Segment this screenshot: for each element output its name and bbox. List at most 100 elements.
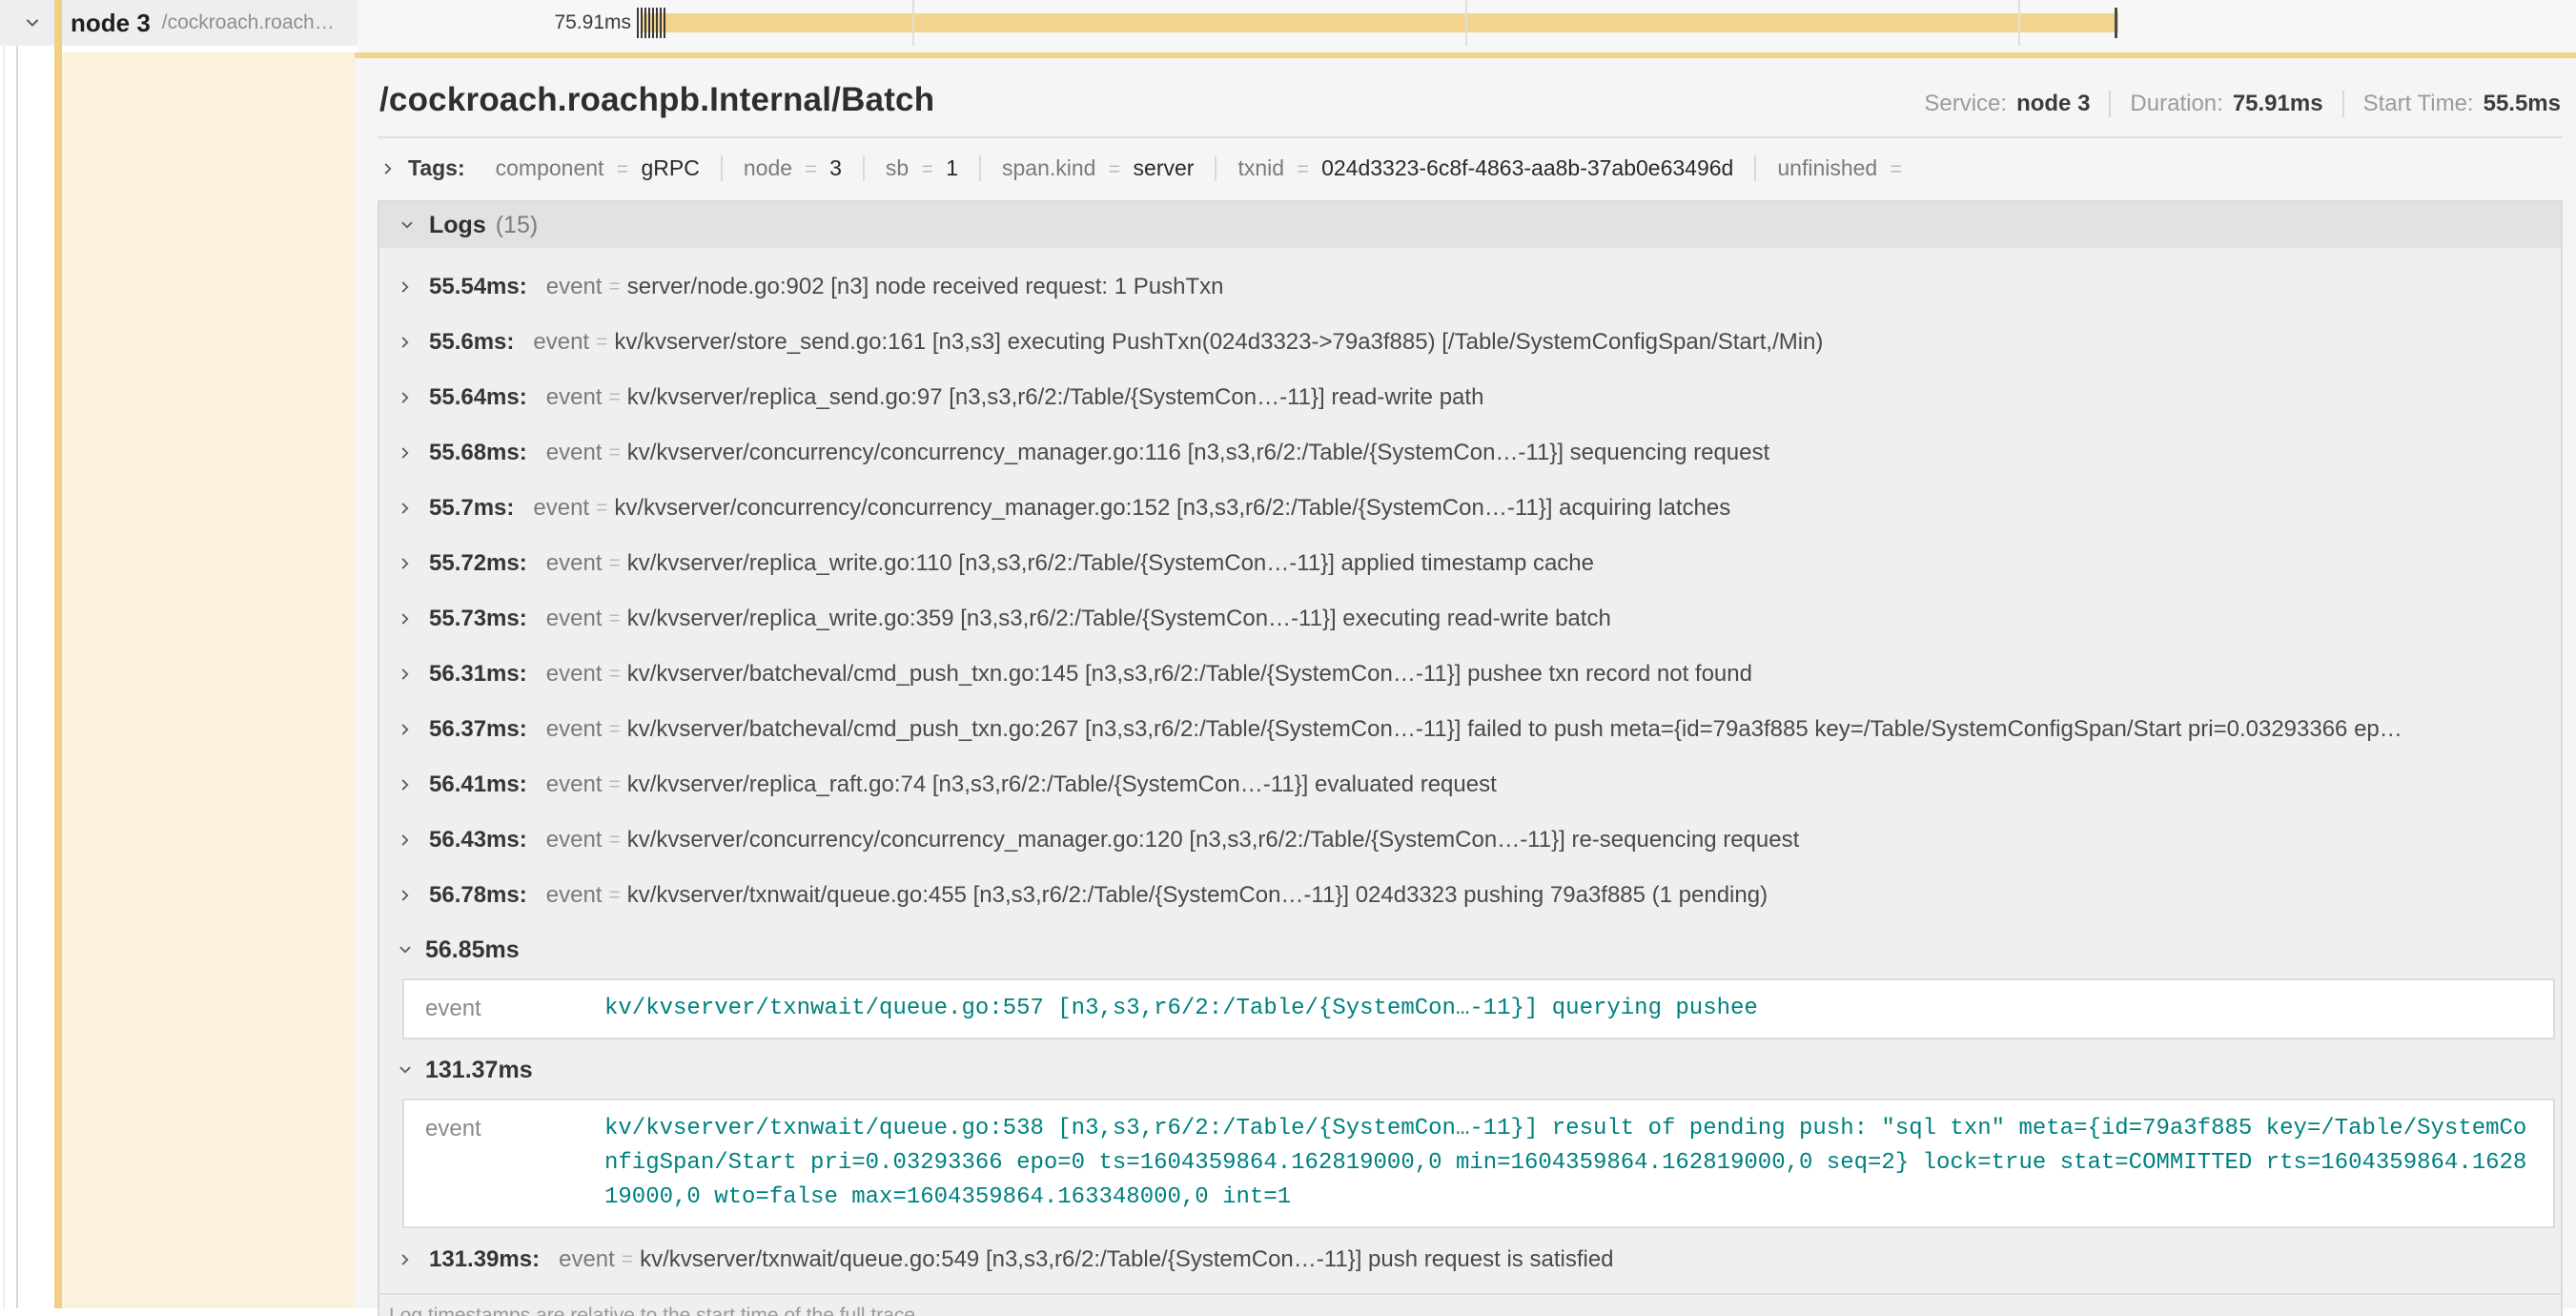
logs-header[interactable]: Logs (15) [379, 202, 2561, 248]
log-timestamp: 56.31ms: [429, 661, 527, 688]
log-fields-table: event kv/kvserver/txnwait/queue.go:538 [… [402, 1099, 2555, 1228]
tag-value: server [1134, 155, 1195, 180]
detail-left-gutter [62, 52, 355, 1308]
log-tick [641, 8, 643, 38]
log-row[interactable]: 55.64ms: event = kv/kvserver/replica_sen… [391, 370, 2561, 425]
logs-count: (15) [496, 212, 538, 239]
log-tick [644, 8, 646, 38]
log-row[interactable]: 55.72ms: event = kv/kvserver/replica_wri… [391, 536, 2561, 591]
log-timestamp: 56.41ms: [429, 771, 527, 798]
log-row[interactable]: 55.68ms: event = kv/kvserver/concurrency… [391, 425, 2561, 481]
equals-sign: = [602, 773, 626, 796]
log-timestamp: 131.37ms [425, 1057, 533, 1084]
log-field-value: kv/kvserver/replica_send.go:97 [n3,s3,r6… [627, 384, 1484, 411]
log-field-value: kv/kvserver/replica_write.go:110 [n3,s3,… [627, 550, 1594, 577]
tag-value: gRPC [642, 155, 700, 180]
tags-label: Tags: [408, 155, 465, 181]
chevron-right-icon [397, 500, 414, 517]
log-row[interactable]: 55.54ms: event = server/node.go:902 [n3]… [391, 259, 2561, 315]
log-timestamp: 56.43ms: [429, 827, 527, 853]
logs-title: Logs [429, 212, 486, 239]
tags-row: Tags: component = gRPC node = 3 sb = 1 s… [378, 138, 2563, 200]
log-timestamp: 56.78ms: [429, 882, 527, 909]
log-tick [2115, 8, 2117, 38]
log-expanded-header[interactable]: 56.85ms [391, 923, 2561, 977]
chevron-right-icon [397, 610, 414, 627]
log-expanded-header[interactable]: 131.37ms [391, 1043, 2561, 1097]
log-row[interactable]: 56.31ms: event = kv/kvserver/batcheval/c… [391, 647, 2561, 702]
equals-sign: = [1290, 158, 1315, 180]
logs-section: Logs (15) 55.54ms: event = server/node.g… [378, 200, 2563, 1316]
logs-list: 55.54ms: event = server/node.go:902 [n3]… [379, 248, 2561, 1287]
meta-item: Start Time: 55.5ms [2342, 91, 2561, 117]
log-field-key: event [404, 1112, 604, 1146]
chevron-down-icon[interactable] [23, 13, 42, 32]
chevron-right-icon [397, 887, 414, 904]
equals-sign: = [615, 1248, 640, 1271]
log-field-value: kv/kvserver/replica_raft.go:74 [n3,s3,r6… [627, 771, 1497, 798]
log-field-key: event [404, 992, 604, 1026]
log-field-value: kv/kvserver/replica_write.go:359 [n3,s3,… [627, 606, 1611, 632]
equals-sign: = [602, 552, 626, 575]
tree-guide-line [3, 0, 5, 1308]
log-field-value: server/node.go:902 [n3] node received re… [627, 274, 1224, 300]
log-field-key: event [546, 550, 603, 577]
span-row[interactable]: node 3 /cockroach.roach… 75.91ms [0, 0, 2576, 52]
log-tick [648, 8, 650, 38]
log-row[interactable]: 55.7ms: event = kv/kvserver/concurrency/… [391, 481, 2561, 536]
log-field-key: event [546, 274, 603, 300]
chevron-right-icon [397, 555, 414, 572]
log-row[interactable]: 56.37ms: event = kv/kvserver/batcheval/c… [391, 702, 2561, 757]
log-field-key: event [546, 661, 603, 688]
logs-footer-note: Log timestamps are relative to the start… [379, 1293, 2561, 1316]
log-field-key: event [546, 827, 603, 853]
meta-label: Start Time: [2363, 91, 2474, 117]
tags-toggle[interactable]: Tags: [379, 155, 465, 181]
meta-label: Duration: [2130, 91, 2222, 117]
chevron-down-icon [399, 216, 416, 234]
log-row[interactable]: 131.39ms: event = kv/kvserver/txnwait/qu… [391, 1232, 2561, 1287]
log-entry-expanded: 56.85ms event kv/kvserver/txnwait/queue.… [391, 923, 2561, 1039]
tag-value: 1 [946, 155, 958, 180]
span-timeline[interactable]: 75.91ms [358, 0, 2576, 52]
log-field-value: kv/kvserver/store_send.go:161 [n3,s3] ex… [614, 329, 1823, 356]
log-row[interactable]: 56.78ms: event = kv/kvserver/txnwait/que… [391, 868, 2561, 923]
meta-value: 75.91ms [2233, 91, 2323, 117]
log-field-key: event [533, 495, 589, 522]
equals-sign: = [602, 607, 626, 630]
log-row[interactable]: 56.41ms: event = kv/kvserver/replica_raf… [391, 757, 2561, 812]
equals-sign: = [1102, 158, 1127, 180]
log-timestamp: 56.37ms: [429, 716, 527, 743]
tag-key: span.kind [1002, 155, 1095, 180]
span-accent-stripe [54, 0, 62, 1308]
log-tick [656, 8, 658, 38]
log-field-key: event [559, 1246, 615, 1273]
chevron-right-icon [397, 334, 414, 351]
log-timestamp: 55.73ms: [429, 606, 527, 632]
span-duration-label: 75.91ms [358, 0, 631, 46]
timeline-gridline [912, 0, 914, 46]
log-field-key: event [546, 882, 603, 909]
log-tick [660, 8, 662, 38]
log-row[interactable]: 55.73ms: event = kv/kvserver/replica_wri… [391, 591, 2561, 647]
log-field-value: kv/kvserver/concurrency/concurrency_mana… [627, 827, 1800, 853]
equals-sign: = [602, 718, 626, 741]
log-row[interactable]: 55.6ms: event = kv/kvserver/store_send.g… [391, 315, 2561, 370]
span-operation-name: /cockroach.roach… [162, 11, 335, 34]
tag-key: txnid [1237, 155, 1284, 180]
chevron-right-icon [397, 1251, 414, 1268]
meta-value: node 3 [2016, 91, 2090, 117]
log-fields-table: event kv/kvserver/txnwait/queue.go:557 [… [402, 978, 2555, 1039]
log-field-row: event kv/kvserver/txnwait/queue.go:538 [… [404, 1112, 2553, 1215]
log-row[interactable]: 56.43ms: event = kv/kvserver/concurrency… [391, 812, 2561, 868]
equals-sign: = [798, 158, 823, 180]
chevron-right-icon [397, 721, 414, 738]
chevron-right-icon [397, 278, 414, 296]
chevron-right-icon [379, 160, 397, 177]
log-tick [664, 8, 665, 38]
chevron-right-icon [397, 832, 414, 849]
span-meta: Service: node 3 Duration: 75.91ms Start … [1924, 91, 2561, 117]
log-entry-expanded: 131.37ms event kv/kvserver/txnwait/queue… [391, 1043, 2561, 1228]
tree-guide-line [16, 0, 18, 1308]
log-timestamp: 55.7ms: [429, 495, 514, 522]
